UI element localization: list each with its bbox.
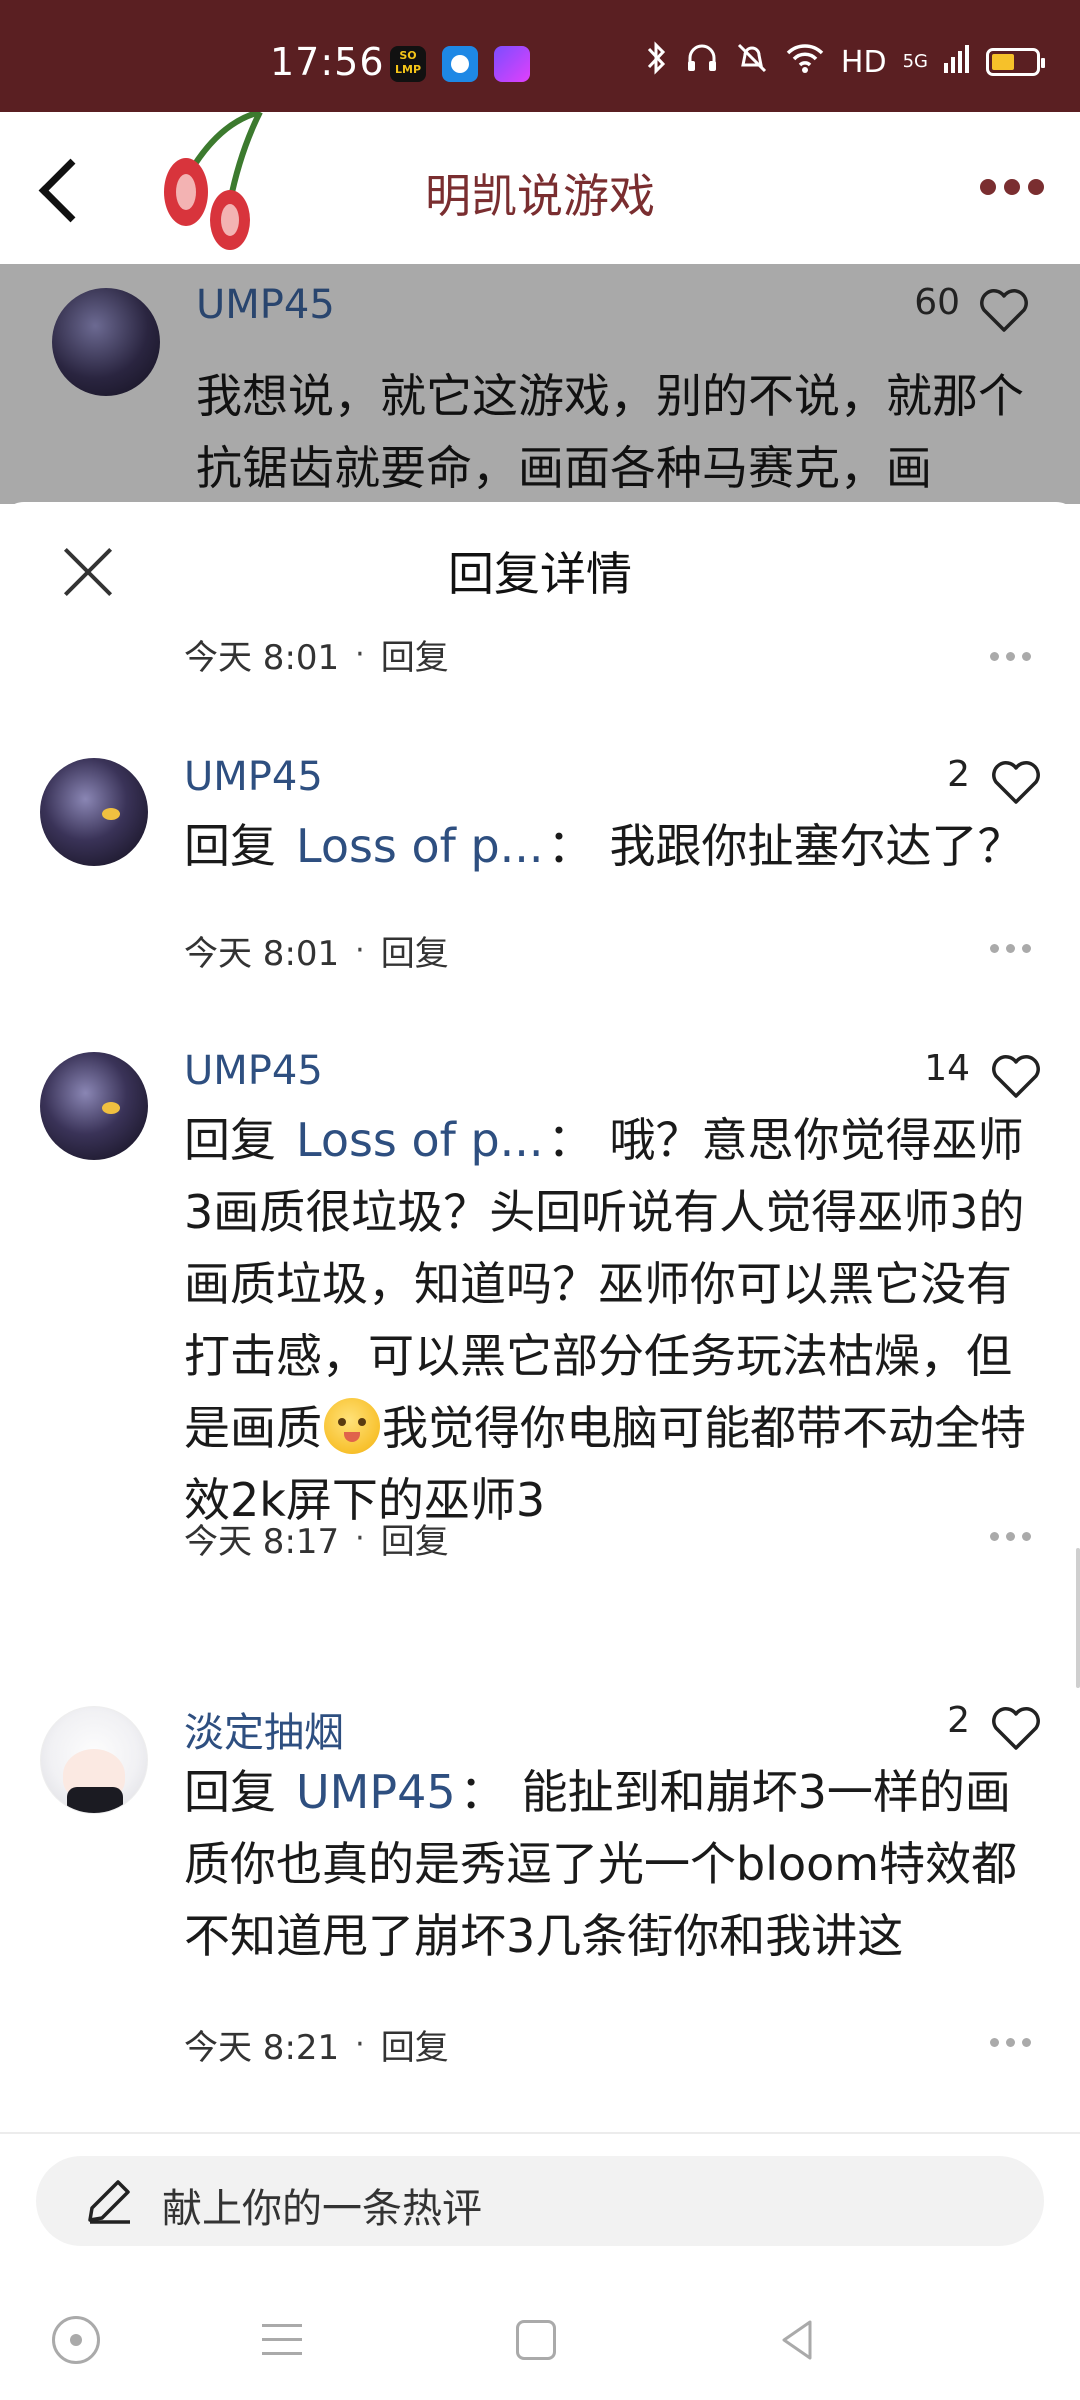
bluetooth-icon	[645, 40, 669, 84]
heart-icon[interactable]	[988, 1048, 1044, 1104]
signal-bars-icon	[944, 43, 970, 81]
reply-time: 今天 8:01	[184, 934, 340, 974]
avatar[interactable]	[40, 1052, 148, 1160]
meta-separator: ·	[355, 2027, 365, 2062]
reply-link[interactable]: 回复	[381, 1514, 449, 1563]
reply-meta: 今天 8:01 · 回复	[184, 926, 449, 975]
comment-username[interactable]: UMP45	[184, 754, 323, 800]
mention-link[interactable]: Loss of p...	[296, 819, 544, 873]
home-button[interactable]	[516, 2320, 556, 2360]
page-title: 明凯说游戏	[425, 169, 655, 223]
scrollbar[interactable]	[1076, 1548, 1080, 1688]
shortcut-app-icon	[494, 46, 530, 82]
mention-link[interactable]: Loss of p...	[296, 1113, 544, 1167]
reply-prefix: 回复	[184, 819, 276, 873]
comment-text: 我想说，就它这游戏，别的不说，就那个抗锯齿就要命，画面各种马赛克，画	[196, 369, 1024, 495]
back-triangle-icon[interactable]	[774, 2316, 822, 2364]
like-count: 14	[924, 1048, 970, 1089]
reply-prefix: 回复	[184, 1765, 276, 1819]
comment-username[interactable]: UMP45	[184, 1048, 323, 1094]
system-nav-bar	[0, 2280, 1080, 2400]
assistant-button[interactable]	[52, 2316, 100, 2364]
like-count: 2	[947, 1700, 970, 1741]
headphones-icon	[685, 41, 719, 83]
more-options-button[interactable]	[972, 172, 1052, 202]
reply-prefix: 回复	[184, 1113, 276, 1167]
comment-username: UMP45	[196, 282, 335, 328]
comment-input-placeholder: 献上你的一条热评	[162, 2186, 482, 2232]
signal-label: 5G	[902, 51, 928, 72]
reply-time: 今天 8:01	[184, 638, 340, 678]
reply-meta: 今天 8:17 · 回复	[184, 1514, 449, 1563]
comment-text: 回复 Loss of p...： 哦？意思你觉得巫师3画质很垃圾？头回听说有人觉得巫…	[184, 1104, 1040, 1536]
status-time: 17:56	[270, 40, 385, 84]
divider	[0, 2132, 1080, 2134]
avatar[interactable]	[40, 758, 148, 866]
mention-link[interactable]: UMP45	[296, 1765, 456, 1819]
browser-app-icon	[442, 46, 478, 82]
hd-indicator: HD	[840, 44, 887, 80]
heart-icon[interactable]	[988, 1700, 1044, 1756]
comment-text: 回复 Loss of p...： 我跟你扯塞尔达了？	[184, 810, 1040, 882]
pencil-icon	[88, 2180, 130, 2224]
meta-separator: ·	[355, 637, 365, 672]
heart-icon	[980, 289, 1028, 332]
reply-more-button[interactable]	[980, 2032, 1040, 2052]
header: 明凯说游戏	[0, 112, 1080, 264]
reply-link[interactable]: 回复	[381, 926, 449, 975]
comment-username[interactable]: 淡定抽烟	[184, 1700, 344, 1758]
avatar	[52, 288, 160, 396]
reply-details-sheet: 回复详情 今天 8:01 · 回复 UMP45 2 回复 Loss of p...…	[0, 502, 1080, 2400]
reply-time: 今天 8:17	[184, 1522, 340, 1562]
reply-link[interactable]: 回复	[381, 2020, 449, 2069]
colon: ：	[547, 819, 594, 873]
blush-emoji-icon	[324, 1398, 380, 1454]
reply-text: 我跟你扯塞尔达了？	[609, 819, 1024, 873]
wifi-icon	[785, 42, 825, 82]
mute-vibrate-icon	[735, 41, 769, 83]
reply-meta: 今天 8:21 · 回复	[184, 2020, 449, 2069]
status-icons: HD 5G	[645, 40, 1045, 84]
menu-icon[interactable]	[258, 2316, 306, 2364]
comment-text: 回复 UMP45： 能扯到和崩坏3一样的画质你也真的是秀逗了光一个bloom特效都不…	[184, 1756, 1040, 1972]
soap-app-icon: SO LMP	[390, 46, 426, 82]
reply-time: 今天 8:21	[184, 2028, 340, 2068]
meta-separator: ·	[355, 1521, 365, 1556]
sheet-title: 回复详情	[448, 547, 632, 601]
like-count: 60	[914, 282, 960, 323]
heart-icon[interactable]	[988, 754, 1044, 810]
colon: ：	[547, 1113, 594, 1167]
colon: ：	[459, 1765, 506, 1819]
meta-separator: ·	[355, 933, 365, 968]
background-comment: UMP45 60 我想说，就它这游戏，别的不说，就那个抗锯齿就要命，画面各种马赛…	[0, 264, 1080, 504]
reply-more-button[interactable]	[980, 938, 1040, 958]
reply-more-button[interactable]	[980, 1526, 1040, 1546]
avatar[interactable]	[40, 1706, 148, 1814]
reply-link[interactable]: 回复	[381, 630, 449, 679]
like-count: 2	[947, 754, 970, 795]
reply-meta: 今天 8:01 · 回复	[184, 630, 449, 679]
battery-icon	[986, 48, 1045, 76]
reply-more-button[interactable]	[980, 646, 1040, 666]
signal-icon: 5G	[902, 51, 928, 72]
comment-input[interactable]: 献上你的一条热评	[36, 2156, 1044, 2246]
status-bar: 17:56 SO LMP HD 5G	[0, 0, 1080, 112]
